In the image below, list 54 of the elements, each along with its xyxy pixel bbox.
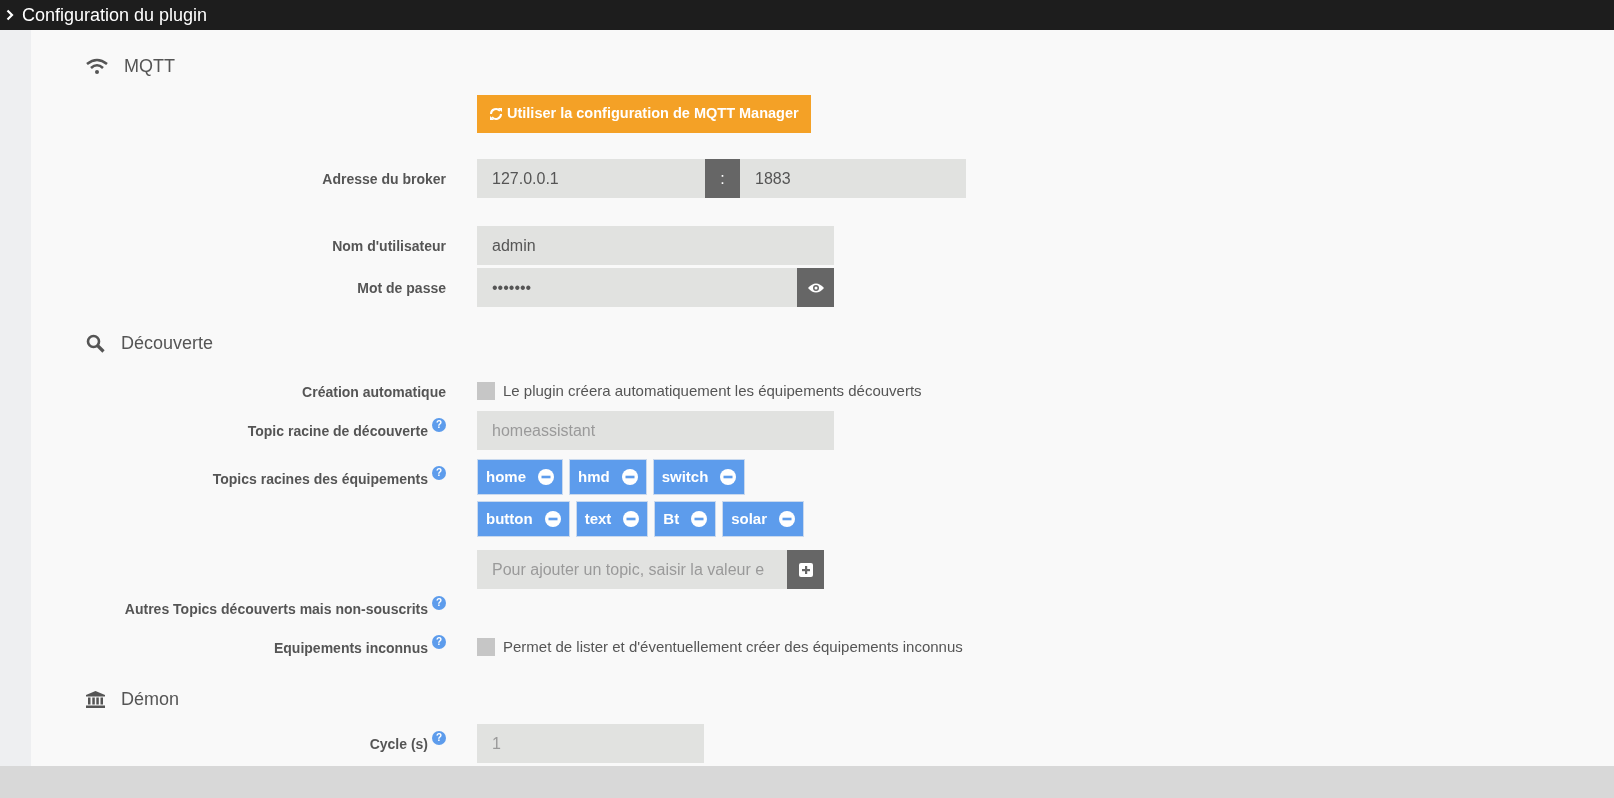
checkbox-label: Le plugin créera automatiquement les équipements découverts [503,381,922,401]
plus-icon [798,562,813,577]
checkbox[interactable] [477,638,495,657]
host-field[interactable]: 127.0.0.1 [477,159,705,198]
section-title: Découverte [121,331,214,355]
separator-label: : [705,159,740,198]
remove-icon[interactable] [544,511,561,527]
port-field[interactable]: 1883 [740,159,966,198]
sync-config-button[interactable]: Utiliser la configuration de MQTT Manager [477,95,811,133]
section-title: Démon [121,687,180,711]
help-icon[interactable]: ? [432,418,446,432]
topic-input[interactable]: Pour ajouter un topic, saisir la valeur e [477,550,787,589]
field-label: Autres Topics découverts mais non-souscrits [124,601,428,617]
checkbox[interactable] [477,382,495,401]
wifi-icon [86,58,108,74]
password-field[interactable]: ••••••• [477,268,797,307]
topic-tag: hmd [569,459,647,495]
topic-tag: switch [652,459,746,495]
header-title: Configuration du plugin [22,3,208,27]
input-field[interactable]: homeassistant [477,411,834,450]
field-label: Topics racines des équipements [212,471,428,487]
help-icon[interactable]: ? [432,635,446,649]
input-field[interactable]: admin [477,226,834,265]
field-label: Nom d'utilisateur [332,238,446,254]
eye-icon [806,281,825,294]
topic-tag: Bt [654,501,717,537]
help-icon[interactable]: ? [432,466,446,480]
field-label: Cycle (s) [369,736,428,752]
field-label: Equipements inconnus [274,640,428,656]
remove-icon[interactable] [623,511,640,527]
refresh-icon [489,107,503,121]
topic-tag: button [477,501,570,537]
help-icon[interactable]: ? [432,731,446,745]
remove-icon[interactable] [538,469,554,485]
chevron-icon [6,9,14,21]
search-icon [86,333,105,353]
checkbox-label: Permet de lister et d'éventuellement créer des équipements inconnus [503,637,963,657]
remove-icon[interactable] [621,469,638,485]
help-icon[interactable]: ? [432,596,446,610]
topic-tag: text [575,501,649,537]
field-label: Création automatique [302,384,446,400]
remove-icon[interactable] [779,511,795,527]
remove-icon[interactable] [691,511,708,527]
field-label: Adresse du broker [322,171,446,187]
remove-icon[interactable] [720,469,737,485]
topic-tag: solar [722,501,804,537]
section-title: MQTT [124,54,175,78]
field-label: Topic racine de découverte [247,423,428,439]
bank-icon [86,690,105,708]
show-password-button[interactable] [797,268,834,307]
input-field[interactable]: 1 [477,724,704,763]
field-label: Mot de passe [357,280,446,296]
topic-tag: home [477,459,563,495]
add-topic-button[interactable] [787,550,824,589]
